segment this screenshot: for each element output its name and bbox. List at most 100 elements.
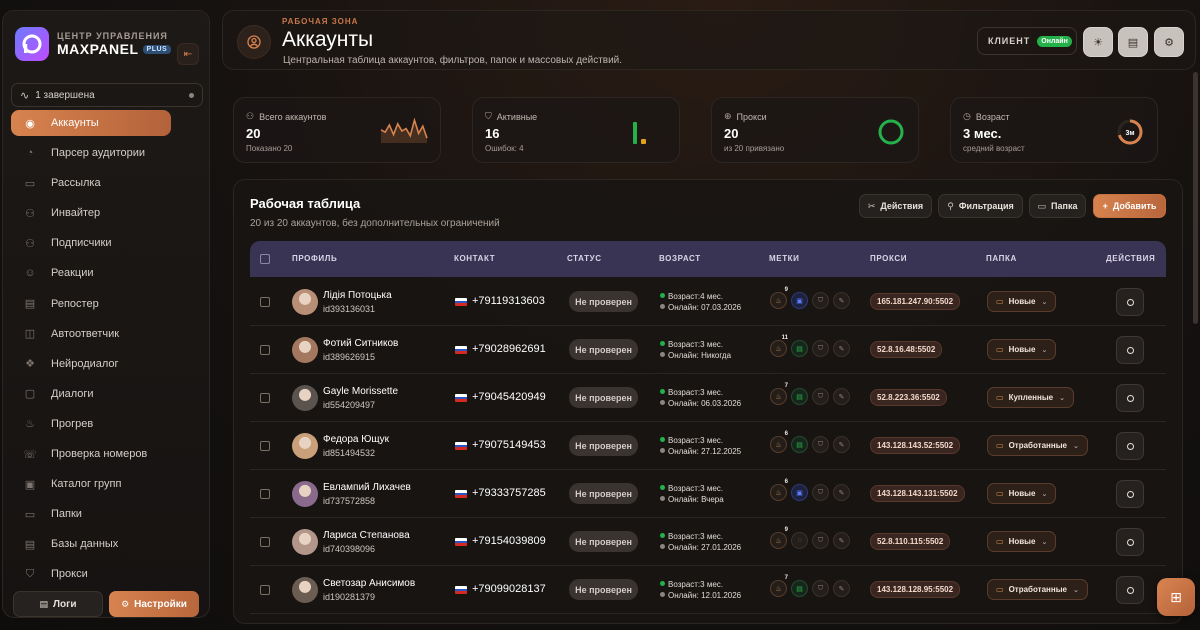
row-actions-button[interactable] — [1116, 528, 1144, 556]
shield-tag-icon[interactable]: ⛉ — [812, 532, 829, 549]
row-checkbox[interactable] — [260, 297, 270, 307]
column-proxy[interactable]: ПРОКСИ — [870, 254, 907, 263]
sidebar-item[interactable]: ♨ Прогрев — [11, 411, 203, 437]
task-status[interactable]: ∿ 1 завершена — [11, 83, 203, 107]
apple-tag-icon[interactable]: ◌ — [791, 532, 808, 549]
shield-tag-icon[interactable]: ⛉ — [812, 340, 829, 357]
row-actions-button[interactable] — [1116, 384, 1144, 412]
pencil-tag-icon[interactable]: ✎ — [833, 292, 850, 309]
proxy-badge[interactable]: 52.8.110.115:5502 — [870, 533, 951, 550]
profile-name[interactable]: Фотий Ситников — [323, 338, 398, 349]
table-row[interactable]: Лідія Потоцька id393136031 +79119313603 Не … — [250, 278, 1166, 326]
row-checkbox[interactable] — [260, 393, 270, 403]
flame-tag-icon[interactable]: ♨ 9 — [770, 527, 788, 549]
column-tags[interactable]: МЕТКИ — [769, 254, 800, 263]
add-button[interactable]: + Добавить — [1093, 194, 1166, 218]
pencil-tag-icon[interactable]: ✎ — [833, 532, 850, 549]
shield-tag-icon[interactable]: ⛉ — [812, 292, 829, 309]
sidebar-item[interactable]: ☏ Проверка номеров — [11, 441, 203, 467]
row-actions-button[interactable] — [1116, 576, 1144, 604]
column-folder[interactable]: ПАПКА — [986, 254, 1017, 263]
table-row[interactable]: Федора Ющук id851494532 +79075149453 Не про… — [250, 422, 1166, 470]
session-tag-icon[interactable]: ▤ — [791, 340, 808, 357]
row-checkbox[interactable] — [260, 345, 270, 355]
collapse-sidebar-button[interactable]: ⇤ — [177, 43, 199, 65]
sidebar-item[interactable]: ⚇ Инвайтер — [11, 200, 203, 226]
settings-button[interactable]: ⚙ Настройки — [109, 591, 199, 617]
pencil-tag-icon[interactable]: ✎ — [833, 388, 850, 405]
flame-tag-icon[interactable]: ♨ 6 — [770, 431, 788, 453]
sidebar-item[interactable]: ▣ Каталог групп — [11, 471, 203, 497]
pencil-tag-icon[interactable]: ✎ — [833, 484, 850, 501]
sidebar-item[interactable]: ◔ Парсер аудитории — [11, 140, 203, 166]
proxy-badge[interactable]: 52.8.16.48:5502 — [870, 341, 943, 358]
sidebar-item[interactable]: ◉ Аккаунты — [11, 110, 171, 136]
proxy-badge[interactable]: 52.8.223.36:5502 — [870, 389, 947, 406]
profile-name[interactable]: Лідія Потоцька — [323, 290, 392, 301]
profile-name[interactable]: Евлампий Лихачев — [323, 482, 411, 493]
header-settings-button[interactable]: ⚙ — [1154, 27, 1184, 57]
folder-select[interactable]: ▭ Новые ⌄ — [987, 339, 1057, 360]
pencil-tag-icon[interactable]: ✎ — [833, 580, 850, 597]
folder-select[interactable]: ▭ Отработанные ⌄ — [987, 435, 1088, 456]
profile-name[interactable]: Лариса Степанова — [323, 530, 410, 541]
sidebar-item[interactable]: ▭ Папки — [11, 501, 203, 527]
proxy-badge[interactable]: 143.128.143.131:5502 — [870, 485, 965, 502]
folder-select[interactable]: ▭ Купленные ⌄ — [987, 387, 1074, 408]
table-row[interactable]: Gayle Morissette id554209497 +79045420949 Н… — [250, 374, 1166, 422]
flame-tag-icon[interactable]: ♨ 7 — [770, 575, 788, 597]
profile-name[interactable]: Gayle Morissette — [323, 386, 398, 397]
sidebar-item[interactable]: ☺ Реакции — [11, 260, 203, 286]
select-all-checkbox[interactable] — [260, 254, 270, 264]
bot-tag-icon[interactable]: ▣ — [791, 292, 808, 309]
theme-button[interactable]: ☀ — [1083, 27, 1113, 57]
folder-select[interactable]: ▭ Новые ⌄ — [987, 483, 1057, 504]
table-row[interactable]: Светозар Анисимов id190281379 +79099028137… — [250, 566, 1166, 614]
pencil-tag-icon[interactable]: ✎ — [833, 436, 850, 453]
sidebar-item[interactable]: ⛉ Прокси — [11, 561, 203, 587]
filter-button[interactable]: ⚲ Фильтрация — [938, 194, 1023, 218]
sidebar-item[interactable]: ▤ Базы данных — [11, 531, 203, 557]
page-scrollbar[interactable] — [1193, 72, 1198, 324]
table-row[interactable]: Фотий Ситников id389626915 +79028962691 Не … — [250, 326, 1166, 374]
sidebar-item[interactable]: ▭ Рассылка — [11, 170, 203, 196]
flame-tag-icon[interactable]: ♨ 11 — [770, 335, 788, 357]
brand[interactable]: ЦЕНТР УПРАВЛЕНИЯ MAXPANEL PLUS — [15, 27, 172, 61]
sidebar-item[interactable]: ❖ Нейродиалог — [11, 351, 203, 377]
docs-button[interactable]: ▤ — [1118, 27, 1148, 57]
sidebar-item[interactable]: ▢ Диалоги — [11, 381, 203, 407]
shield-tag-icon[interactable]: ⛉ — [812, 388, 829, 405]
row-actions-button[interactable] — [1116, 336, 1144, 364]
table-row[interactable]: Евлампий Лихачев id737572858 +79333757285 Н… — [250, 470, 1166, 518]
session-tag-icon[interactable]: ▤ — [791, 388, 808, 405]
row-checkbox[interactable] — [260, 585, 270, 595]
folder-select[interactable]: ▭ Новые ⌄ — [987, 531, 1057, 552]
sidebar-item[interactable]: ▤ Репостер — [11, 291, 203, 317]
help-chat-button[interactable]: ⊞ — [1157, 578, 1195, 616]
flame-tag-icon[interactable]: ♨ 6 — [770, 479, 788, 501]
pencil-tag-icon[interactable]: ✎ — [833, 340, 850, 357]
shield-tag-icon[interactable]: ⛉ — [812, 436, 829, 453]
row-checkbox[interactable] — [260, 489, 270, 499]
row-checkbox[interactable] — [260, 537, 270, 547]
row-checkbox[interactable] — [260, 441, 270, 451]
row-actions-button[interactable] — [1116, 480, 1144, 508]
shield-tag-icon[interactable]: ⛉ — [812, 484, 829, 501]
column-actions[interactable]: ДЕЙСТВИЯ — [1106, 254, 1155, 263]
column-contact[interactable]: КОНТАКТ — [454, 254, 495, 263]
client-status[interactable]: КЛИЕНТ Онлайн — [977, 27, 1077, 55]
profile-name[interactable]: Федора Ющук — [323, 434, 389, 445]
session-tag-icon[interactable]: ▤ — [791, 580, 808, 597]
flame-tag-icon[interactable]: ♨ 7 — [770, 383, 788, 405]
folder-button[interactable]: ▭ Папка — [1029, 194, 1086, 218]
row-actions-button[interactable] — [1116, 432, 1144, 460]
logs-button[interactable]: ▤ Логи — [13, 591, 103, 617]
proxy-badge[interactable]: 143.128.143.52:5502 — [870, 437, 961, 454]
folder-select[interactable]: ▭ Отработанные ⌄ — [987, 579, 1088, 600]
proxy-badge[interactable]: 165.181.247.90:5502 — [870, 293, 961, 310]
session-tag-icon[interactable]: ▤ — [791, 436, 808, 453]
sidebar-item[interactable]: ◫ Автоответчик — [11, 321, 203, 347]
sidebar-item[interactable]: ⚇ Подписчики — [11, 230, 203, 256]
actions-button[interactable]: ✂ Действия — [859, 194, 932, 218]
flame-tag-icon[interactable]: ♨ 9 — [770, 287, 788, 309]
